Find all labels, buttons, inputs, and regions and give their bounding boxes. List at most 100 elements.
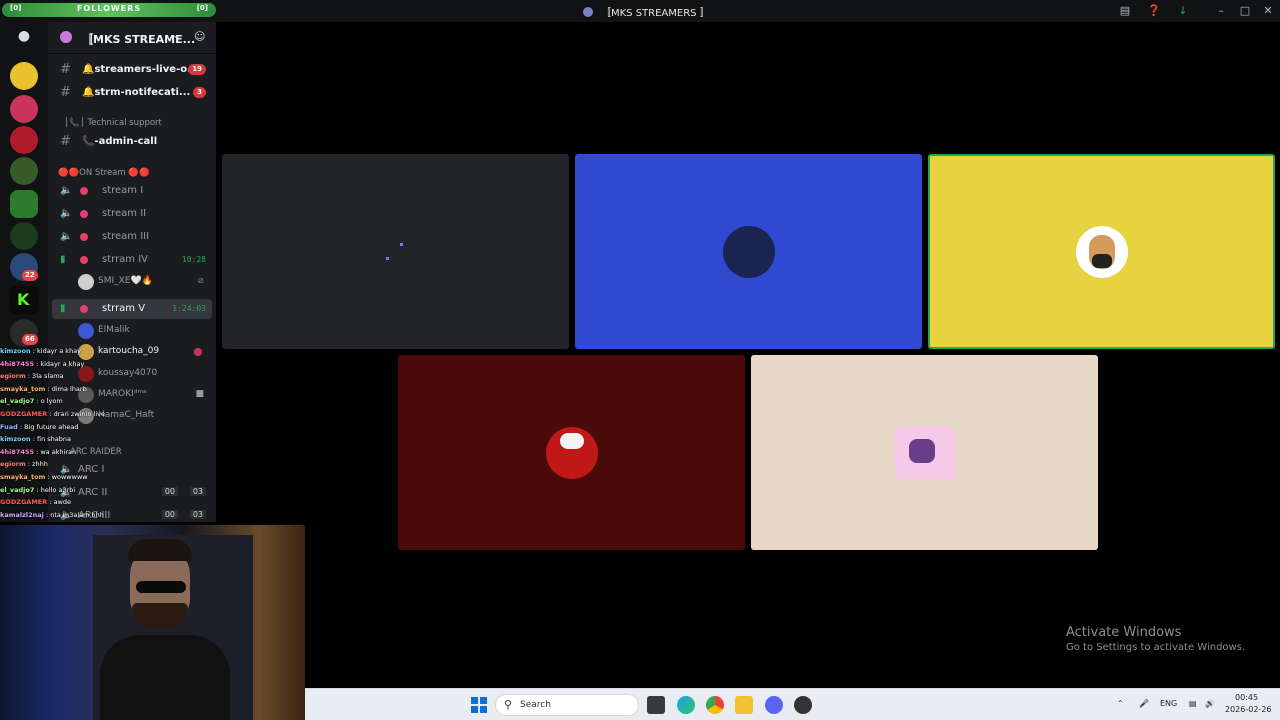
chat-username: 4hi87455	[0, 359, 34, 368]
stream-chat-overlay: kimzoon : kidayr a khay 4hi87455 : kidayr…	[0, 345, 110, 525]
chat-username: GODZGAMER	[0, 409, 48, 418]
chat-username: kamalzl2naj	[0, 510, 44, 519]
taskbar-search[interactable]: ⚲ Search	[495, 694, 639, 716]
windows-start-icon[interactable]	[470, 696, 488, 714]
discord-home-icon[interactable]: ●	[10, 28, 38, 48]
voice-channel-4[interactable]: ▮ strram IV 10:28	[52, 250, 212, 270]
voice-channel-2[interactable]: 🔈 stream II	[52, 204, 212, 224]
live-dot	[80, 210, 88, 218]
chat-text: : hello a3rbi	[34, 485, 76, 494]
user-limit: 03	[189, 510, 206, 519]
search-icon: ⚲	[504, 698, 513, 711]
inbox-icon[interactable]: ▤	[1117, 3, 1133, 19]
chat-message: el_vadjo7 : hello a3rbi	[0, 484, 110, 497]
voice-user-name: SMI_XE🤍🔥	[98, 276, 153, 286]
microphone-icon[interactable]: 🎤	[1139, 699, 1149, 708]
help-icon[interactable]: ❓	[1146, 3, 1162, 19]
obs-icon[interactable]	[794, 696, 812, 714]
file-explorer-icon[interactable]	[735, 696, 753, 714]
video-tile-5[interactable]	[751, 355, 1098, 550]
avatar	[78, 274, 94, 290]
user-limit: 03	[189, 487, 206, 496]
chat-message: kamalzl2naj : nta m3alam hhh	[0, 509, 110, 522]
video-tile-3-speaking[interactable]	[928, 154, 1275, 349]
category-on-stream[interactable]: 🔴🔴ON Stream 🔴🔴	[58, 168, 150, 178]
chat-text: : Big future ahead	[17, 422, 79, 431]
voice-user[interactable]: SMI_XE🤍🔥 ⊘	[78, 272, 208, 292]
category-technical-support[interactable]: │📞│ Technical support	[64, 118, 162, 128]
speaker-active-icon: ▮	[60, 303, 66, 314]
tray-chevron-icon[interactable]: ⌃	[1117, 699, 1124, 708]
server-header[interactable]: 〚MKS STREAME... ⌄ ☺	[48, 22, 216, 54]
server-icon	[583, 7, 593, 17]
chat-message: smayka_tom : wowwwww	[0, 471, 110, 484]
chat-username: el_vadjo7	[0, 397, 35, 406]
chevron-down-icon[interactable]: ⌄	[172, 30, 180, 41]
invite-user-icon[interactable]: ☺	[194, 30, 205, 43]
video-tile-1[interactable]	[222, 154, 569, 349]
voice-channel-3[interactable]: 🔈 stream III	[52, 227, 212, 247]
server-avatar-icon	[60, 31, 72, 43]
edge-icon[interactable]	[677, 696, 695, 714]
chat-text: : o lyom	[34, 397, 63, 406]
speaker-muted-icon: 🔈	[60, 208, 73, 219]
server-icon-4[interactable]	[10, 157, 38, 185]
chat-username: el_vadjo7	[0, 485, 35, 494]
chat-message: GODZGAMER : drari zwinin live	[0, 408, 110, 421]
server-icon-5[interactable]	[10, 190, 38, 218]
chat-text: : kidayr a khay	[30, 347, 82, 355]
chat-message: smayka_tom : dima lharb	[0, 383, 110, 396]
network-icon[interactable]: ▤	[1189, 699, 1197, 708]
server-icon-6[interactable]	[10, 222, 38, 250]
voice-channel-name: stream I	[102, 185, 144, 196]
chat-message: el_vadjo7 : o lyom	[0, 395, 110, 408]
chrome-icon[interactable]	[706, 696, 724, 714]
server-icon-3[interactable]	[10, 126, 38, 154]
download-icon[interactable]: ↓	[1175, 3, 1191, 19]
close-button[interactable]: ✕	[1260, 3, 1276, 19]
deafened-icon: ⊘	[197, 276, 204, 285]
avatar	[545, 426, 598, 479]
clock-time[interactable]: 00:45	[1235, 693, 1258, 702]
voice-channel-name: strram IV	[102, 254, 149, 265]
voice-user[interactable]: ElMalik	[78, 321, 208, 341]
minimize-button[interactable]: –	[1213, 3, 1229, 19]
language-indicator[interactable]: ENG	[1160, 699, 1177, 708]
unread-badge: 19	[188, 64, 206, 75]
chat-username: egiorm	[0, 460, 26, 469]
video-tile-2[interactable]	[575, 154, 922, 349]
task-view-icon[interactable]	[647, 696, 665, 714]
chat-text: : nta m3alam hhh	[43, 510, 104, 519]
channel-strm-notifications[interactable]: # 🔔strm-notifecati... 3	[52, 83, 212, 103]
maximize-button[interactable]: □	[1237, 3, 1253, 19]
speaker-active-icon: ▮	[60, 254, 66, 265]
server-badge: 66	[22, 334, 38, 345]
chat-username: smayka_tom	[0, 472, 46, 481]
user-count: 00	[161, 487, 178, 496]
live-icon	[194, 348, 202, 356]
followers-label: FOLLOWERS	[76, 4, 142, 13]
channel-admin-call[interactable]: # 📞-admin-call	[52, 132, 212, 152]
kick-icon[interactable]: K	[10, 286, 38, 314]
chat-username: 4hi87455	[0, 447, 34, 456]
video-tile-4[interactable]	[398, 355, 745, 550]
chat-message: 4hi87455 : kidayr a khay	[0, 358, 110, 371]
volume-icon[interactable]: 🔊	[1205, 699, 1215, 708]
server-icon-1[interactable]	[10, 62, 38, 90]
chat-message: Fuad : Big future ahead	[0, 421, 110, 434]
discord-icon[interactable]	[765, 696, 783, 714]
voice-channel-5[interactable]: ▮ strram V 1:24:03	[52, 299, 212, 319]
clock-date[interactable]: 2026-02-26	[1225, 705, 1272, 714]
title-bar: [0] FOLLOWERS [0] 〚MKS STREAMERS 〛 ▤ ❓ ↓…	[0, 0, 1280, 22]
chat-username: kimzoon	[0, 347, 31, 355]
chat-username: egiorm	[0, 372, 26, 381]
loading-indicator	[386, 257, 389, 260]
activate-windows-title: Activate Windows	[1066, 625, 1182, 640]
channel-streamers-live[interactable]: # 🔔streamers-live-o... 19	[52, 60, 212, 80]
hash-icon: #	[60, 134, 71, 149]
chat-text: : kidayr a khay	[34, 359, 85, 368]
followers-bar: [0] FOLLOWERS [0]	[2, 3, 216, 17]
voice-channel-1[interactable]: 🔈 stream I	[52, 181, 212, 201]
server-badge: 22	[22, 270, 38, 281]
server-icon-2[interactable]	[10, 95, 38, 123]
